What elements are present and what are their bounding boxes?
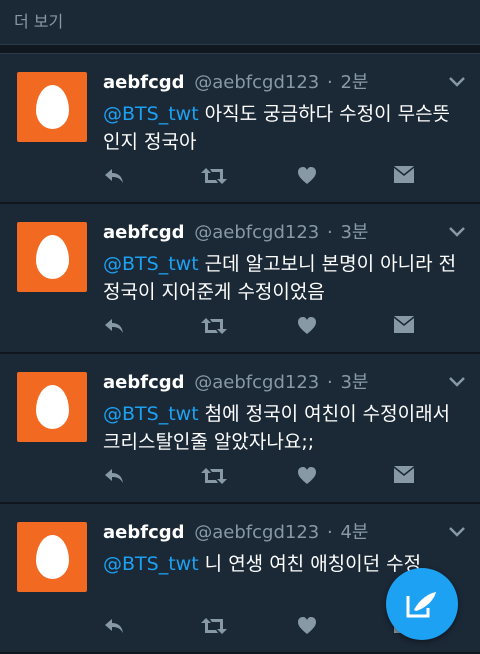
tweet-actions <box>103 166 423 188</box>
avatar[interactable] <box>17 522 87 592</box>
display-name[interactable]: aebfcgd <box>103 222 185 243</box>
envelope-icon[interactable] <box>393 166 415 188</box>
tweet-timestamp: 3분 <box>340 372 369 393</box>
separator-dot: · <box>326 72 333 93</box>
mention-link[interactable]: @BTS_twt <box>103 553 199 575</box>
tweet-timestamp: 4분 <box>340 522 369 543</box>
chevron-down-icon[interactable] <box>448 76 466 88</box>
tweet-text: @BTS_twt 근데 알고보니 본명이 아니라 전정국이 지어준게 수정이었음 <box>103 250 463 306</box>
heart-icon[interactable] <box>297 616 317 638</box>
default-egg-avatar-icon <box>36 85 69 129</box>
chevron-down-icon[interactable] <box>448 376 466 388</box>
tweet-text: @BTS_twt 아직도 궁금하다 수정이 무슨뜻인지 정국아 <box>103 100 463 156</box>
separator-dot: · <box>326 522 333 543</box>
display-name[interactable]: aebfcgd <box>103 72 185 93</box>
retweet-icon[interactable] <box>201 616 227 638</box>
compose-tweet-icon <box>406 592 436 618</box>
retweet-icon[interactable] <box>201 316 227 338</box>
envelope-icon[interactable] <box>393 466 415 488</box>
tweet-header: aebfcgd @aebfcgd123 · 4분 <box>103 518 368 544</box>
tweet-actions <box>103 616 423 638</box>
tweet-timestamp: 2분 <box>340 72 369 93</box>
mention-link[interactable]: @BTS_twt <box>103 103 199 125</box>
avatar[interactable] <box>17 222 87 292</box>
tweet-feed: aebfcgd @aebfcgd123 · 2분 @BTS_twt 아직도 궁금… <box>0 54 480 654</box>
reply-icon[interactable] <box>103 466 125 488</box>
user-handle: @aebfcgd123 <box>194 222 320 243</box>
avatar[interactable] <box>17 72 87 142</box>
retweet-icon[interactable] <box>201 166 227 188</box>
mention-link[interactable]: @BTS_twt <box>103 403 199 425</box>
avatar[interactable] <box>17 372 87 442</box>
chevron-down-icon[interactable] <box>448 526 466 538</box>
reply-icon[interactable] <box>103 316 125 338</box>
reply-icon[interactable] <box>103 166 125 188</box>
tweet-card[interactable]: aebfcgd @aebfcgd123 · 3분 @BTS_twt 근데 알고보… <box>0 204 480 354</box>
user-handle: @aebfcgd123 <box>194 522 320 543</box>
tweet-text: @BTS_twt 첨에 정국이 여친이 수정이래서 크리스탈인줄 알았자나요;; <box>103 400 463 456</box>
compose-tweet-button[interactable] <box>386 568 458 640</box>
separator-dot: · <box>326 372 333 393</box>
separator-dot: · <box>326 222 333 243</box>
timeline-gap-divider <box>0 44 480 54</box>
tweet-actions <box>103 466 423 488</box>
default-egg-avatar-icon <box>36 235 69 279</box>
heart-icon[interactable] <box>297 466 317 488</box>
tweet-card[interactable]: aebfcgd @aebfcgd123 · 3분 @BTS_twt 첨에 정국이… <box>0 354 480 504</box>
default-egg-avatar-icon <box>36 535 69 579</box>
display-name[interactable]: aebfcgd <box>103 372 185 393</box>
display-name[interactable]: aebfcgd <box>103 522 185 543</box>
mention-link[interactable]: @BTS_twt <box>103 253 199 275</box>
envelope-icon[interactable] <box>393 316 415 338</box>
tweet-card[interactable]: aebfcgd @aebfcgd123 · 2분 @BTS_twt 아직도 궁금… <box>0 54 480 204</box>
tweet-actions <box>103 316 423 338</box>
retweet-icon[interactable] <box>201 466 227 488</box>
heart-icon[interactable] <box>297 316 317 338</box>
default-egg-avatar-icon <box>36 385 69 429</box>
tweet-timestamp: 3분 <box>340 222 369 243</box>
tweet-header: aebfcgd @aebfcgd123 · 3분 <box>103 218 368 244</box>
show-more-label: 더 보기 <box>14 12 64 31</box>
reply-icon[interactable] <box>103 616 125 638</box>
tweet-body-text: 니 연생 여친 애칭이던 수정 <box>198 553 422 575</box>
chevron-down-icon[interactable] <box>448 226 466 238</box>
user-handle: @aebfcgd123 <box>194 372 320 393</box>
user-handle: @aebfcgd123 <box>194 72 320 93</box>
heart-icon[interactable] <box>297 166 317 188</box>
show-more-bar[interactable]: 더 보기 <box>0 0 480 44</box>
tweet-header: aebfcgd @aebfcgd123 · 3분 <box>103 368 368 394</box>
tweet-header: aebfcgd @aebfcgd123 · 2분 <box>103 68 368 94</box>
